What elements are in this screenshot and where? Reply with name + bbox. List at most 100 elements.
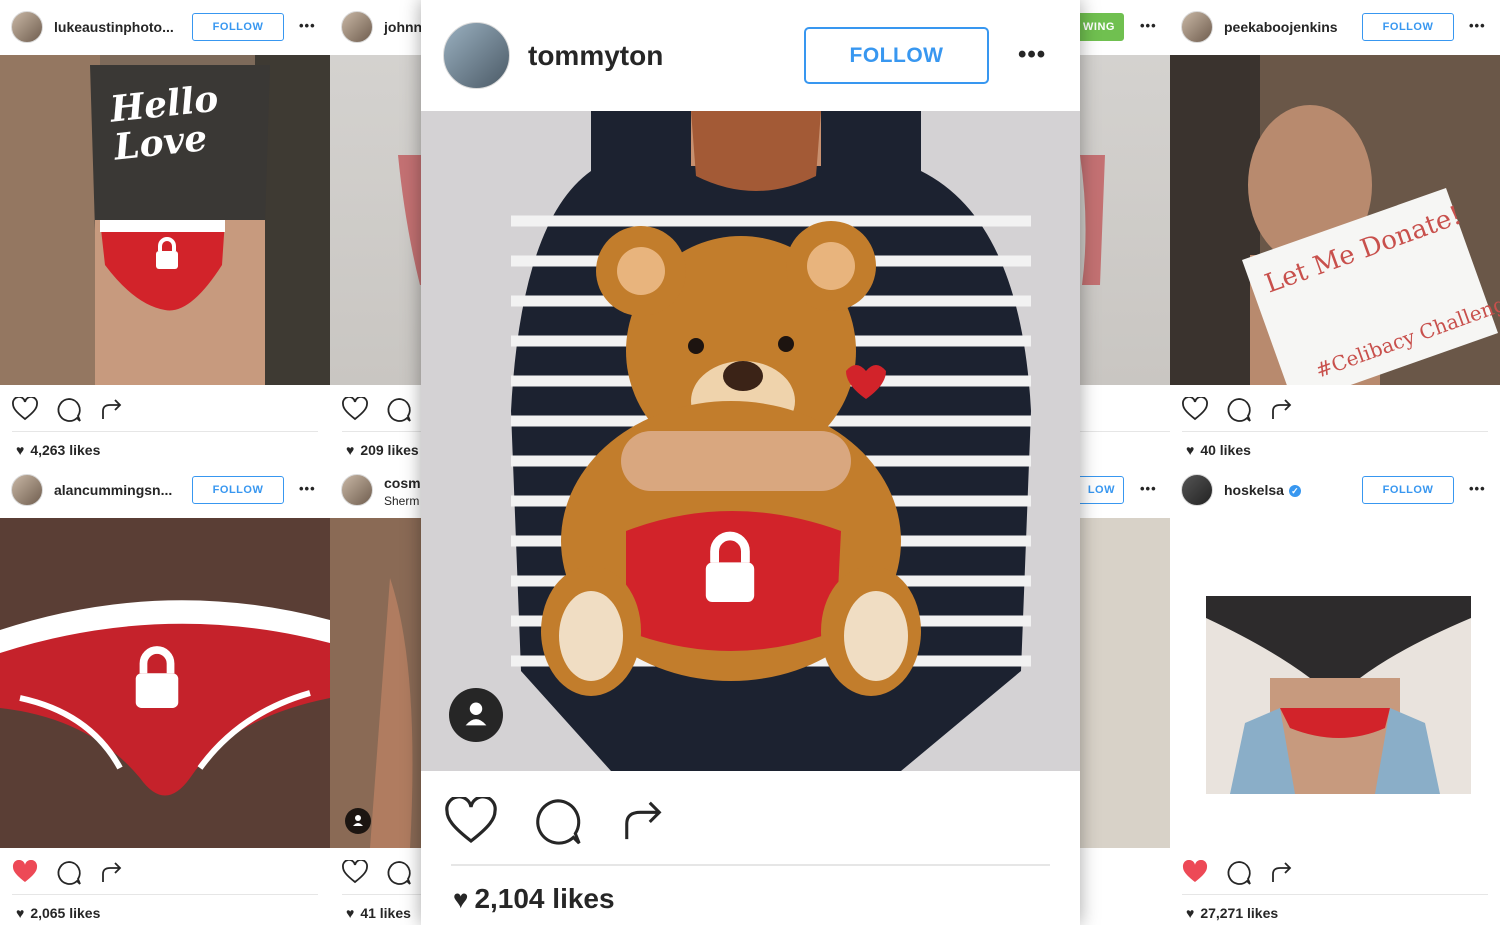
likes-count[interactable]: ♥ 4,263 likes — [16, 442, 100, 458]
verified-badge-icon: ✓ — [1288, 485, 1301, 498]
post-header: hoskelsa ✓ FOLLOW ••• — [1170, 463, 1500, 519]
username-link[interactable]: johnn — [384, 19, 422, 35]
heart-icon-liked[interactable] — [12, 860, 38, 884]
post-card-peekaboojenkins: peekaboojenkins FOLLOW ••• Let Me Donate… — [1170, 0, 1500, 462]
photo-content — [1206, 596, 1471, 794]
heart-icon: ♥ — [16, 442, 25, 458]
divider — [451, 864, 1050, 866]
likes-label: 2,065 likes — [30, 905, 101, 921]
username-link[interactable]: tommyton — [528, 40, 663, 72]
comment-icon[interactable] — [386, 397, 412, 423]
comment-icon[interactable] — [56, 860, 82, 886]
share-icon[interactable] — [100, 860, 124, 884]
heart-icon[interactable] — [342, 860, 368, 884]
user-avatar[interactable] — [11, 474, 43, 506]
likes-count[interactable]: ♥ 209 likes — [346, 442, 419, 458]
username-link[interactable]: cosm — [384, 475, 421, 491]
share-icon[interactable] — [621, 797, 667, 843]
username-link[interactable]: lukeaustinphoto... — [54, 19, 174, 35]
lock-icon — [156, 237, 178, 269]
shirt-print-text: Hello Love — [108, 77, 221, 169]
heart-icon: ♥ — [346, 905, 355, 921]
more-options-icon[interactable]: ••• — [1469, 481, 1486, 496]
more-options-icon[interactable]: ••• — [1018, 41, 1046, 69]
follow-button[interactable]: FOLLOW — [192, 13, 284, 41]
heart-icon[interactable] — [445, 797, 497, 845]
post-card-hoskelsa: hoskelsa ✓ FOLLOW ••• ♥ 27,271 likes — [1170, 463, 1500, 925]
likes-label: 40 likes — [1200, 442, 1251, 458]
user-avatar[interactable] — [443, 22, 510, 89]
more-options-icon[interactable]: ••• — [1469, 18, 1486, 33]
more-options-icon[interactable]: ••• — [299, 18, 316, 33]
likes-label: 4,263 likes — [30, 442, 101, 458]
post-photo[interactable]: Hello Love — [0, 55, 330, 385]
more-options-icon[interactable]: ••• — [1140, 481, 1157, 496]
post-card-tommyton-featured: tommyton FOLLOW ••• ♥ 2,104 likes — [421, 0, 1080, 925]
comment-icon[interactable] — [386, 860, 412, 886]
post-actions: ♥ 2,065 likes — [0, 848, 330, 925]
user-avatar[interactable] — [341, 474, 373, 506]
share-icon[interactable] — [1270, 860, 1294, 884]
user-avatar[interactable] — [1181, 474, 1213, 506]
likes-label: 27,271 likes — [1200, 905, 1279, 921]
heart-icon[interactable] — [12, 397, 38, 421]
heart-icon: ♥ — [346, 442, 355, 458]
likes-count[interactable]: ♥ 40 likes — [1186, 442, 1251, 458]
likes-count[interactable]: ♥ 27,271 likes — [1186, 905, 1278, 921]
follow-button[interactable]: FOLLOW — [192, 476, 284, 504]
post-header: tommyton FOLLOW ••• — [421, 0, 1080, 112]
follow-button[interactable]: FOLLOW — [1362, 13, 1454, 41]
divider — [1182, 431, 1488, 432]
lock-icon — [135, 646, 179, 708]
username-link[interactable]: peekaboojenkins — [1224, 19, 1338, 35]
post-card-alancummings: alancummingsn... FOLLOW ••• ♥ 2,065 likes — [0, 463, 330, 925]
photo-content — [421, 111, 1080, 771]
likes-count[interactable]: ♥ 2,065 likes — [16, 905, 100, 921]
more-options-icon[interactable]: ••• — [1140, 18, 1157, 33]
heart-icon: ♥ — [1186, 905, 1195, 921]
follow-button[interactable]: FOLLOW — [1362, 476, 1454, 504]
heart-icon-liked[interactable] — [1182, 860, 1208, 884]
divider — [1182, 894, 1488, 895]
share-icon[interactable] — [100, 397, 124, 421]
likes-count[interactable]: ♥ 2,104 likes — [453, 883, 615, 915]
username-link[interactable]: alancummingsn... — [54, 482, 172, 498]
user-tag-icon[interactable] — [345, 808, 371, 834]
heart-icon[interactable] — [342, 397, 368, 421]
comment-icon[interactable] — [56, 397, 82, 423]
user-avatar[interactable] — [341, 11, 373, 43]
post-header: lukeaustinphoto... FOLLOW ••• — [0, 0, 330, 56]
location-label[interactable]: Sherm — [384, 494, 419, 508]
user-tag-icon[interactable] — [449, 688, 503, 742]
heart-icon: ♥ — [16, 905, 25, 921]
post-header: peekaboojenkins FOLLOW ••• — [1170, 0, 1500, 56]
post-actions: ♥ 2,104 likes — [421, 771, 1080, 925]
likes-label: 41 likes — [360, 905, 411, 921]
post-photo[interactable]: Let Me Donate! #Celibacy Challenge — [1170, 55, 1500, 385]
username-link[interactable]: hoskelsa ✓ — [1224, 482, 1301, 498]
follow-button[interactable]: FOLLOW — [804, 27, 989, 84]
post-card-lukeaustinphoto: lukeaustinphoto... FOLLOW ••• Hello Love… — [0, 0, 330, 462]
likes-label: 2,104 likes — [474, 883, 615, 914]
divider — [12, 894, 318, 895]
comment-icon[interactable] — [533, 797, 583, 847]
post-photo[interactable] — [0, 518, 330, 848]
heart-icon: ♥ — [453, 884, 469, 914]
divider — [12, 431, 318, 432]
more-options-icon[interactable]: ••• — [299, 481, 316, 496]
username-label: hoskelsa — [1224, 482, 1284, 498]
share-icon[interactable] — [1270, 397, 1294, 421]
post-photo[interactable] — [421, 111, 1080, 771]
likes-label: 209 likes — [360, 442, 419, 458]
heart-icon[interactable] — [1182, 397, 1208, 421]
post-photo[interactable] — [1170, 518, 1500, 848]
comment-icon[interactable] — [1226, 860, 1252, 886]
comment-icon[interactable] — [1226, 397, 1252, 423]
post-actions: ♥ 40 likes — [1170, 385, 1500, 462]
likes-count[interactable]: ♥ 41 likes — [346, 905, 411, 921]
lock-icon — [705, 531, 755, 602]
user-avatar[interactable] — [1181, 11, 1213, 43]
post-actions: ♥ 27,271 likes — [1170, 848, 1500, 925]
heart-icon: ♥ — [1186, 442, 1195, 458]
user-avatar[interactable] — [11, 11, 43, 43]
